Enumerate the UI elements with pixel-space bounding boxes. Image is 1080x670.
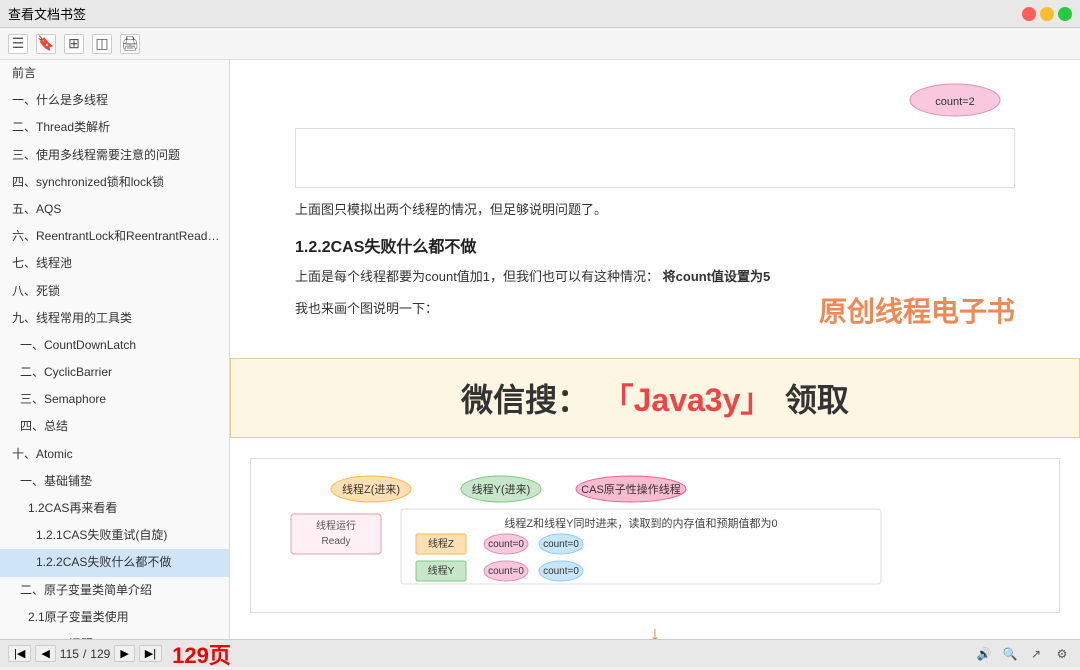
sidebar-item-s10[interactable]: 一、CountDownLatch [0,332,229,359]
page-total: 129 [90,647,110,661]
sidebar-item-s20[interactable]: 2.1原子变量类使用 [0,604,229,631]
wechat-suffix: 领取 [776,382,849,418]
diagram-box-1: 线程Z(进来) 线程Y(进来) CAS原子性操作线程 线程运行 Ready 线程… [250,458,1060,613]
page-count-label: 129页 [172,638,231,670]
para2-text: 我也来画个图说明一下： [295,301,438,316]
page-navigation: |◀ ◀ 115 / 129 ▶ ▶| [8,645,162,662]
sidebar-item-s17[interactable]: 1.2.1CAS失败重试(自旋) [0,522,229,549]
minimize-button[interactable] [1040,7,1054,21]
sidebar-item-s9[interactable]: 九、线程常用的工具类 [0,305,229,332]
count2-diagram: count=2 [895,80,1015,120]
maximize-button[interactable] [1058,7,1072,21]
sidebar-item-s13[interactable]: 四、总结 [0,413,229,440]
bookmark-icon[interactable]: 🔖 [36,34,56,54]
sidebar-item-s14[interactable]: 十、Atomic [0,441,229,468]
svg-text:count=0: count=0 [543,539,579,550]
sidebar: 前言一、什么是多线程二、Thread类解析三、使用多线程需要注意的问题四、syn… [0,60,230,639]
section-title: 1.2.2CAS失败什么都不做 [295,233,1015,257]
share-icon[interactable]: ↗ [1026,644,1046,664]
sidebar-item-s18[interactable]: 1.2.2CAS失败什么都不做 [0,549,229,576]
svg-text:线程运行: 线程运行 [316,519,356,532]
sidebar-item-s5[interactable]: 五、AQS [0,196,229,223]
first-page-button[interactable]: |◀ [8,645,31,662]
para2: 我也来画个图说明一下： 原创线程电子书 [295,297,1015,320]
svg-text:线程Y(进来): 线程Y(进来) [472,482,531,496]
close-button[interactable] [1022,7,1036,21]
sidebar-item-s1[interactable]: 一、什么是多线程 [0,87,229,114]
para1-text: 上面是每个线程都要为count值加1，但我们也可以有这种情况： [295,269,659,284]
layout-icon[interactable]: ◫ [92,34,112,54]
sidebar-item-s2[interactable]: 二、Thread类解析 [0,114,229,141]
svg-text:Ready: Ready [322,536,351,547]
watermark: 原创线程电子书 [819,287,1015,337]
prev-page-button[interactable]: ◀ [35,645,55,662]
sidebar-item-s16[interactable]: 1.2CAS再来看看 [0,495,229,522]
toolbar: ☰ 🔖 ⊞ ◫ 🖨 [0,28,1080,60]
sidebar-item-s3[interactable]: 三、使用多线程需要注意的问题 [0,142,229,169]
intro-text: 上面图只模拟出两个线程的情况，但足够说明问题了。 [295,198,1015,221]
wechat-name: 「Java3y」 [602,382,773,418]
menu-icon[interactable]: ☰ [8,34,28,54]
svg-text:count=0: count=0 [543,566,579,577]
sidebar-item-s4[interactable]: 四、synchronized锁和lock锁 [0,169,229,196]
top-bar: 查看文档书签 [0,0,1080,28]
main-layout: 前言一、什么是多线程二、Thread类解析三、使用多线程需要注意的问题四、syn… [0,60,1080,639]
arrow-down-1: ↓ [250,623,1060,639]
sidebar-item-s6[interactable]: 六、ReentrantLock和ReentrantReadW... [0,223,229,250]
sidebar-item-s12[interactable]: 三、Semaphore [0,386,229,413]
svg-text:线程Z和线程Y同时进来，读取到的内存值和预期值都为0: 线程Z和线程Y同时进来，读取到的内存值和预期值都为0 [504,516,777,530]
svg-text:count=2: count=2 [935,96,974,108]
view-icon[interactable]: ⊞ [64,34,84,54]
svg-text:线程Y: 线程Y [428,564,455,577]
bottom-bar: |◀ ◀ 115 / 129 ▶ ▶| 129页 🔊 🔍 ↗ ⚙ [0,639,1080,667]
next-page-button[interactable]: ▶ [114,645,134,662]
window-controls [1022,7,1072,21]
svg-text:线程Z: 线程Z [428,537,454,550]
sidebar-item-s15[interactable]: 一、基础铺垫 [0,468,229,495]
print-icon[interactable]: 🖨 [120,34,140,54]
wechat-prefix: 微信搜： [461,382,598,418]
content-area[interactable]: count=2 上面图只模拟出两个线程的情况，但足够说明问题了。 1.2.2CA… [230,60,1080,639]
sidebar-item-s19[interactable]: 二、原子变量类简单介绍 [0,577,229,604]
page-separator: / [83,647,86,661]
svg-text:count=0: count=0 [488,539,524,550]
para1-bold: 将count值设置为5 [663,269,771,284]
sidebar-item-s0[interactable]: 前言 [0,60,229,87]
settings-icon[interactable]: ⚙ [1052,644,1072,664]
page-current: 115 [60,647,79,661]
bottom-icons: 🔊 🔍 ↗ ⚙ [974,644,1072,664]
speaker-icon[interactable]: 🔊 [974,644,994,664]
diagrams-section: 线程Z(进来) 线程Y(进来) CAS原子性操作线程 线程运行 Ready 线程… [230,448,1080,639]
sidebar-item-s8[interactable]: 八、死锁 [0,278,229,305]
para1: 上面是每个线程都要为count值加1，但我们也可以有这种情况： 将count值设… [295,265,1015,288]
svg-text:count=0: count=0 [488,566,524,577]
sidebar-item-s7[interactable]: 七、线程池 [0,250,229,277]
search-icon[interactable]: 🔍 [1000,644,1020,664]
last-page-button[interactable]: ▶| [139,645,162,662]
svg-text:线程Z(进来): 线程Z(进来) [342,482,400,496]
doc-page-top: count=2 上面图只模拟出两个线程的情况，但足够说明问题了。 1.2.2CA… [255,60,1055,348]
wechat-banner: 微信搜： 「Java3y」 领取 [230,358,1080,438]
svg-text:CAS原子性操作线程: CAS原子性操作线程 [581,482,681,496]
sidebar-item-s11[interactable]: 二、CyclicBarrier [0,359,229,386]
diagram1-svg: 线程Z(进来) 线程Y(进来) CAS原子性操作线程 线程运行 Ready 线程… [261,469,1049,599]
top-bar-title: 查看文档书签 [8,4,86,23]
